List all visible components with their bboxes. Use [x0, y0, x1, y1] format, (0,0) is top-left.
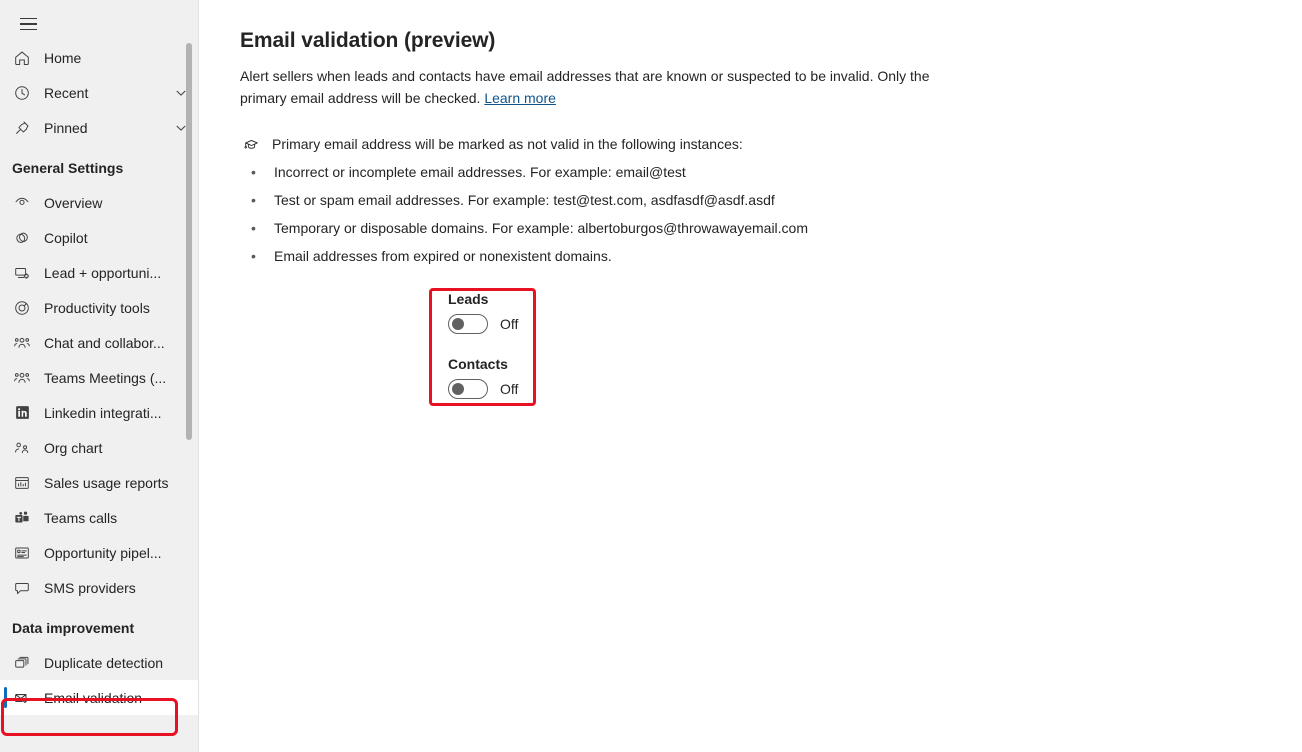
sidebar-item-label: Org chart — [44, 439, 103, 456]
list-item: Incorrect or incomplete email addresses.… — [248, 162, 808, 182]
hamburger-line — [19, 28, 37, 31]
lead-opportunity-icon — [12, 263, 32, 283]
sidebar-group-general-settings: General Settings — [12, 160, 124, 176]
page-title: Email validation (preview) — [240, 29, 496, 52]
leads-toggle-knob — [452, 318, 464, 330]
clock-icon — [12, 83, 32, 103]
leads-toggle-label: Leads — [448, 291, 489, 307]
pipeline-list-icon — [12, 543, 32, 563]
sidebar-item-teams-calls[interactable]: Teams calls — [0, 500, 198, 535]
sidebar-item-opportunity-pipeline[interactable]: Opportunity pipel... — [0, 535, 198, 570]
sidebar-item-pinned[interactable]: Pinned — [0, 110, 198, 145]
sidebar-item-lead-opportunity[interactable]: Lead + opportuni... — [0, 255, 198, 290]
sidebar-item-label: Home — [44, 49, 82, 66]
sidebar-item-copilot[interactable]: Copilot — [0, 220, 198, 255]
sidebar-item-sms-providers[interactable]: SMS providers — [0, 570, 198, 605]
sidebar-item-label: SMS providers — [44, 579, 136, 596]
toggles-group: Leads Off Contacts Off — [448, 290, 518, 399]
sidebar-scrollbar[interactable] — [184, 0, 194, 752]
email-check-icon — [12, 688, 32, 708]
hamburger-line — [19, 17, 37, 20]
contacts-toggle-row: Off — [448, 379, 518, 399]
list-item: Email addresses from expired or nonexist… — [248, 246, 808, 266]
duplicate-icon — [12, 653, 32, 673]
sidebar-item-label: Linkedin integrati... — [44, 404, 162, 421]
teams-calls-icon — [12, 508, 32, 528]
sidebar-item-label: Copilot — [44, 229, 88, 246]
people-chat-icon — [12, 333, 32, 353]
sidebar-item-org-chart[interactable]: Org chart — [0, 430, 198, 465]
sidebar-item-productivity-tools[interactable]: Productivity tools — [0, 290, 198, 325]
contacts-toggle-knob — [452, 383, 464, 395]
sidebar-item-home[interactable]: Home — [0, 40, 198, 75]
sidebar-item-duplicate-detection[interactable]: Duplicate detection — [0, 645, 198, 680]
sidebar-group-data-improvement: Data improvement — [12, 620, 135, 636]
sidebar-item-email-validation[interactable]: Email validation — [0, 680, 198, 715]
info-callout-text: Primary email address will be marked as … — [272, 136, 743, 152]
contacts-toggle-label: Contacts — [448, 356, 508, 372]
org-chart-icon — [12, 438, 32, 458]
sidebar-item-label: Teams Meetings (... — [44, 369, 167, 386]
sidebar-item-label: Opportunity pipel... — [44, 544, 162, 561]
pin-icon — [12, 118, 32, 138]
instances-list: Incorrect or incomplete email addresses.… — [248, 162, 808, 274]
eye-overview-icon — [12, 193, 32, 213]
description-line-1: Alert sellers when leads and contacts ha… — [240, 68, 874, 84]
sidebar-item-label: Duplicate detection — [44, 654, 164, 671]
sidebar-item-label: Pinned — [44, 119, 88, 136]
sidebar-item-label: Chat and collabor... — [44, 334, 165, 351]
sidebar-item-label: Teams calls — [44, 509, 118, 526]
contacts-toggle-switch[interactable] — [448, 379, 488, 399]
sidebar-item-teams-meetings[interactable]: Teams Meetings (... — [0, 360, 198, 395]
leads-toggle-switch[interactable] — [448, 314, 488, 334]
leads-toggle-row: Off — [448, 314, 518, 334]
sidebar-item-overview[interactable]: Overview — [0, 185, 198, 220]
sidebar-item-label: Productivity tools — [44, 299, 150, 316]
info-callout: Primary email address will be marked as … — [241, 134, 743, 154]
message-icon — [12, 578, 32, 598]
sidebar-item-recent[interactable]: Recent — [0, 75, 198, 110]
sidebar-scrollbar-thumb[interactable] — [186, 43, 192, 440]
report-chart-icon — [12, 473, 32, 493]
sidebar-item-linkedin-integration[interactable]: Linkedin integrati... — [0, 395, 198, 430]
gauge-icon — [12, 298, 32, 318]
people-meeting-icon — [12, 368, 32, 388]
sidebar: Home Recent Pinned General Settings Over… — [0, 0, 199, 752]
hamburger-line — [19, 23, 37, 25]
main-content: Email validation (preview) Alert sellers… — [200, 0, 1302, 752]
list-item: Temporary or disposable domains. For exa… — [248, 218, 808, 238]
contacts-toggle-state: Off — [500, 381, 519, 397]
contacts-toggle-block: Contacts Off — [448, 355, 518, 399]
page-description: Alert sellers when leads and contacts ha… — [240, 65, 940, 109]
hamburger-icon[interactable] — [12, 8, 44, 40]
sidebar-item-sales-usage-reports[interactable]: Sales usage reports — [0, 465, 198, 500]
sidebar-item-label: Lead + opportuni... — [44, 264, 162, 281]
sidebar-item-label: Recent — [44, 84, 89, 101]
list-item: Test or spam email addresses. For exampl… — [248, 190, 808, 210]
sidebar-item-label: Sales usage reports — [44, 474, 169, 491]
linkedin-icon — [12, 403, 32, 423]
copilot-icon — [12, 228, 32, 248]
leads-toggle-state: Off — [500, 316, 519, 332]
sidebar-nav: Home Recent Pinned General Settings Over… — [0, 40, 198, 715]
sidebar-item-label: Overview — [44, 194, 103, 211]
home-icon — [12, 48, 32, 68]
learn-more-link[interactable]: Learn more — [484, 90, 556, 106]
leads-toggle-block: Leads Off — [448, 290, 518, 334]
graduation-cap-icon — [241, 134, 261, 154]
sidebar-item-label: Email validation — [44, 689, 143, 706]
sidebar-item-chat-collaboration[interactable]: Chat and collabor... — [0, 325, 198, 360]
